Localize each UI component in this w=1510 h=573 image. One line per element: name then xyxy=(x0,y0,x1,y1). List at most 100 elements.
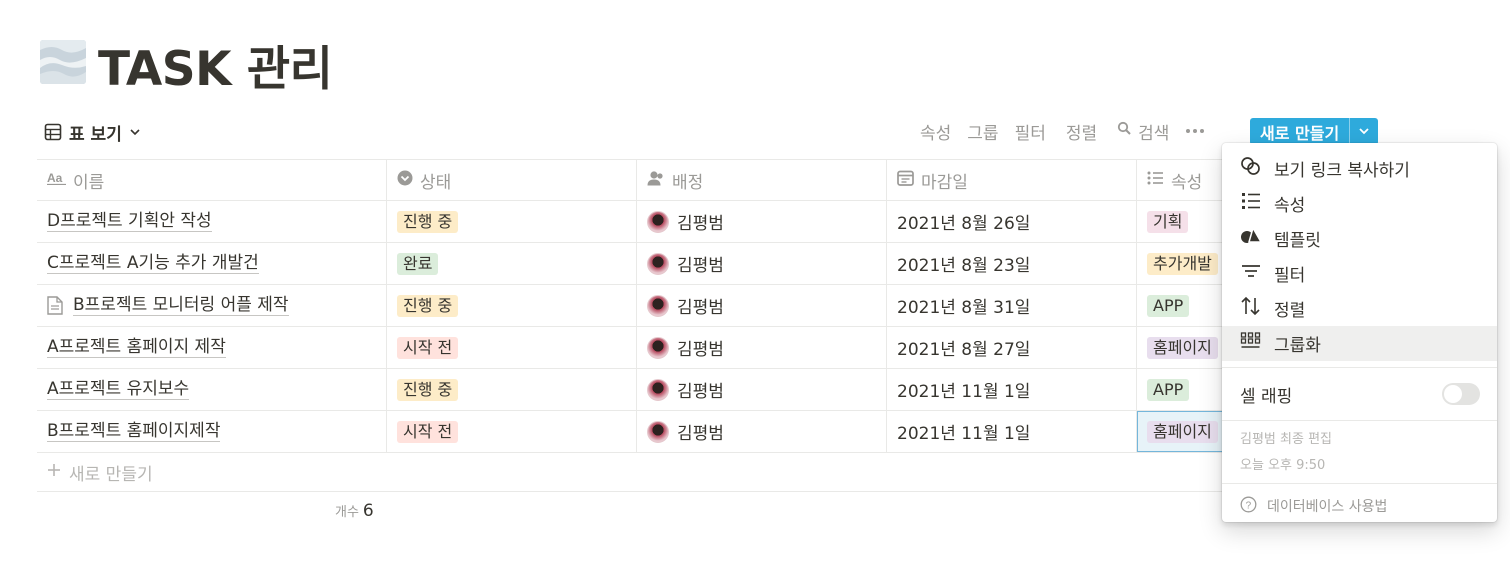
menu-cell-wrap: 셀 래핑 xyxy=(1222,374,1497,414)
assignee-name: 김평범 xyxy=(677,298,724,318)
attr-tag: 홈페이지 xyxy=(1147,420,1218,443)
due-date: 2021년 8월 26일 xyxy=(897,214,1031,234)
menu-divider xyxy=(1222,483,1497,484)
menu-copy-view-link[interactable]: 보기 링크 복사하기 xyxy=(1222,151,1497,186)
column-header-status[interactable]: 상태 xyxy=(387,160,637,200)
menu-group[interactable]: 그룹화 xyxy=(1222,326,1497,361)
cell-due-date[interactable]: 2021년 8월 27일 xyxy=(887,327,1137,368)
page-icon[interactable] xyxy=(40,40,86,84)
cell-assignee[interactable]: 김평범 xyxy=(637,201,887,242)
new-button[interactable]: 새로 만들기 xyxy=(1250,118,1351,145)
person-icon xyxy=(647,170,665,191)
attr-tag: 홈페이지 xyxy=(1147,336,1218,359)
due-date: 2021년 11월 1일 xyxy=(897,382,1031,402)
assignee-name: 김평범 xyxy=(677,424,724,444)
due-date: 2021년 8월 23일 xyxy=(897,256,1031,276)
document-icon xyxy=(47,296,63,315)
database-help-link[interactable]: ? 데이터베이스 사용법 xyxy=(1222,490,1497,522)
group-button[interactable]: 그룹 xyxy=(967,119,998,144)
table-row[interactable]: A프로젝트 홈페이지 제작 시작 전 김평범 2021년 8월 27일 홈페이지 xyxy=(37,327,1237,369)
cell-name[interactable]: D프로젝트 기획안 작성 xyxy=(37,201,387,242)
status-tag: 진행 중 xyxy=(397,294,459,317)
task-name[interactable]: D프로젝트 기획안 작성 xyxy=(47,211,212,232)
add-row-button[interactable]: 새로 만들기 xyxy=(37,453,1237,492)
new-button-dropdown[interactable] xyxy=(1350,118,1378,145)
search-icon xyxy=(1117,121,1132,141)
table-icon xyxy=(44,123,62,141)
view-switcher[interactable]: 표 보기 xyxy=(44,119,141,145)
text-aa-icon: Aa xyxy=(47,170,66,190)
cell-due-date[interactable]: 2021년 8월 26일 xyxy=(887,201,1137,242)
menu-properties[interactable]: 속성 xyxy=(1222,186,1497,221)
avatar xyxy=(647,378,669,401)
cell-assignee[interactable]: 김평범 xyxy=(637,411,887,452)
menu-item-label: 보기 링크 복사하기 xyxy=(1274,161,1410,181)
more-options-icon[interactable] xyxy=(1185,128,1205,134)
cell-status[interactable]: 진행 중 xyxy=(387,285,637,326)
sort-icon xyxy=(1240,296,1262,321)
help-circle-icon: ? xyxy=(1240,496,1257,517)
assignee-name: 김평범 xyxy=(677,256,724,276)
task-name[interactable]: A프로젝트 홈페이지 제작 xyxy=(47,337,226,358)
cell-status[interactable]: 시작 전 xyxy=(387,411,637,452)
cell-assignee[interactable]: 김평범 xyxy=(637,285,887,326)
database-table: Aa 이름 상태 배정 마감일 속성 D프로젝트 기획안 작성 진행 중 김평범 20… xyxy=(37,159,1237,492)
cell-name[interactable]: B프로젝트 홈페이지제작 xyxy=(37,411,387,452)
menu-item-label: 속성 xyxy=(1274,196,1306,216)
cell-name[interactable]: B프로젝트 모니터링 어플 제작 xyxy=(37,285,387,326)
column-header-due[interactable]: 마감일 xyxy=(887,160,1137,200)
assignee-name: 김평범 xyxy=(677,214,724,234)
column-header-name[interactable]: Aa 이름 xyxy=(37,160,387,200)
cell-status[interactable]: 진행 중 xyxy=(387,369,637,410)
filter-button[interactable]: 필터 xyxy=(1015,119,1046,144)
cell-assignee[interactable]: 김평범 xyxy=(637,327,887,368)
table-row[interactable]: C프로젝트 A기능 추가 개발건 완료 김평범 2021년 8월 23일 추가개발 xyxy=(37,243,1237,285)
avatar xyxy=(647,336,669,359)
wrap-toggle[interactable] xyxy=(1442,383,1480,405)
svg-text:Aa: Aa xyxy=(47,171,63,185)
cell-assignee[interactable]: 김평범 xyxy=(637,369,887,410)
menu-sort[interactable]: 정렬 xyxy=(1222,291,1497,326)
task-name[interactable]: C프로젝트 A기능 추가 개발건 xyxy=(47,253,259,274)
avatar xyxy=(647,252,669,275)
cell-due-date[interactable]: 2021년 11월 1일 xyxy=(887,411,1137,452)
cell-status[interactable]: 시작 전 xyxy=(387,327,637,368)
table-row[interactable]: B프로젝트 홈페이지제작 시작 전 김평범 2021년 11월 1일 홈페이지 xyxy=(37,411,1237,453)
attr-tag: APP xyxy=(1147,294,1190,317)
cell-status[interactable]: 진행 중 xyxy=(387,201,637,242)
cell-assignee[interactable]: 김평범 xyxy=(637,243,887,284)
menu-item-label: 정렬 xyxy=(1274,301,1306,321)
cell-name[interactable]: C프로젝트 A기능 추가 개발건 xyxy=(37,243,387,284)
view-toolbar: 속성 그룹 필터 정렬 검색 xyxy=(900,117,1221,145)
properties-button[interactable]: 속성 xyxy=(920,119,951,144)
view-label: 표 보기 xyxy=(69,124,122,145)
task-name[interactable]: B프로젝트 홈페이지제작 xyxy=(47,421,221,442)
task-name[interactable]: A프로젝트 유지보수 xyxy=(47,379,190,400)
table-row[interactable]: B프로젝트 모니터링 어플 제작 진행 중 김평범 2021년 8월 31일 APP xyxy=(37,285,1237,327)
cell-name[interactable]: A프로젝트 유지보수 xyxy=(37,369,387,410)
due-date: 2021년 11월 1일 xyxy=(897,424,1031,444)
row-count[interactable]: 개수 6 xyxy=(335,501,374,521)
menu-templates[interactable]: 템플릿 xyxy=(1222,221,1497,256)
link-icon xyxy=(1240,156,1262,181)
column-header-assignee[interactable]: 배정 xyxy=(637,160,887,200)
cell-name[interactable]: A프로젝트 홈페이지 제작 xyxy=(37,327,387,368)
list-icon xyxy=(1240,191,1262,216)
task-name[interactable]: B프로젝트 모니터링 어플 제작 xyxy=(73,295,289,316)
table-row[interactable]: D프로젝트 기획안 작성 진행 중 김평범 2021년 8월 26일 기획 xyxy=(37,201,1237,243)
column-label: 상태 xyxy=(420,172,452,193)
column-label: 속성 xyxy=(1171,172,1203,193)
cell-due-date[interactable]: 2021년 11월 1일 xyxy=(887,369,1137,410)
cell-due-date[interactable]: 2021년 8월 23일 xyxy=(887,243,1137,284)
sort-button[interactable]: 정렬 xyxy=(1066,119,1097,144)
table-row[interactable]: A프로젝트 유지보수 진행 중 김평범 2021년 11월 1일 APP xyxy=(37,369,1237,411)
view-options-menu: 보기 링크 복사하기 속성 템플릿 필터 정렬 그룹화 셀 래핑 김평범 최종 … xyxy=(1222,143,1497,522)
menu-filter[interactable]: 필터 xyxy=(1222,256,1497,291)
edited-time: 오늘 오후 9:50 xyxy=(1240,458,1326,473)
attr-tag: 기획 xyxy=(1147,210,1189,233)
cell-due-date[interactable]: 2021년 8월 31일 xyxy=(887,285,1137,326)
search-button[interactable]: 검색 xyxy=(1117,119,1169,144)
column-label: 마감일 xyxy=(921,172,968,193)
cell-status[interactable]: 완료 xyxy=(387,243,637,284)
chevron-down-icon xyxy=(129,126,141,138)
